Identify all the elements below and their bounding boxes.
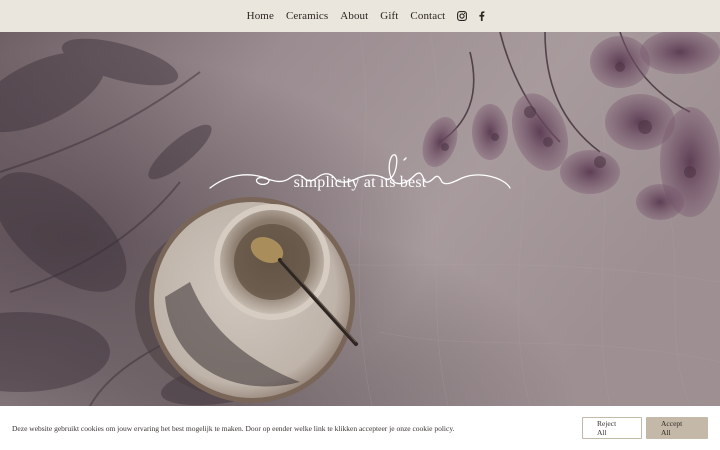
facebook-icon[interactable] xyxy=(478,11,485,21)
hero-section: simplicity at its best xyxy=(0,32,720,406)
social-links xyxy=(457,11,485,21)
instagram-icon[interactable] xyxy=(457,11,468,21)
accept-all-button[interactable]: Accept All xyxy=(646,417,708,439)
nav-link-contact[interactable]: Contact xyxy=(410,10,445,22)
nav-link-ceramics[interactable]: Ceramics xyxy=(286,10,328,22)
site-header: Home Ceramics About Gift Contact xyxy=(0,0,720,32)
nav-link-home[interactable]: Home xyxy=(247,10,274,22)
hero-tagline: simplicity at its best xyxy=(293,174,427,191)
main-nav: Home Ceramics About Gift Contact xyxy=(247,10,446,22)
nav-link-gift[interactable]: Gift xyxy=(380,10,398,22)
cookie-banner: Deze website gebruikt cookies om jouw er… xyxy=(0,406,720,450)
reject-all-button[interactable]: Reject All xyxy=(582,417,642,439)
hero-image xyxy=(0,32,720,406)
nav-link-about[interactable]: About xyxy=(340,10,368,22)
page: Home Ceramics About Gift Contact simplic… xyxy=(0,0,720,450)
cookie-message: Deze website gebruikt cookies om jouw er… xyxy=(12,423,455,433)
